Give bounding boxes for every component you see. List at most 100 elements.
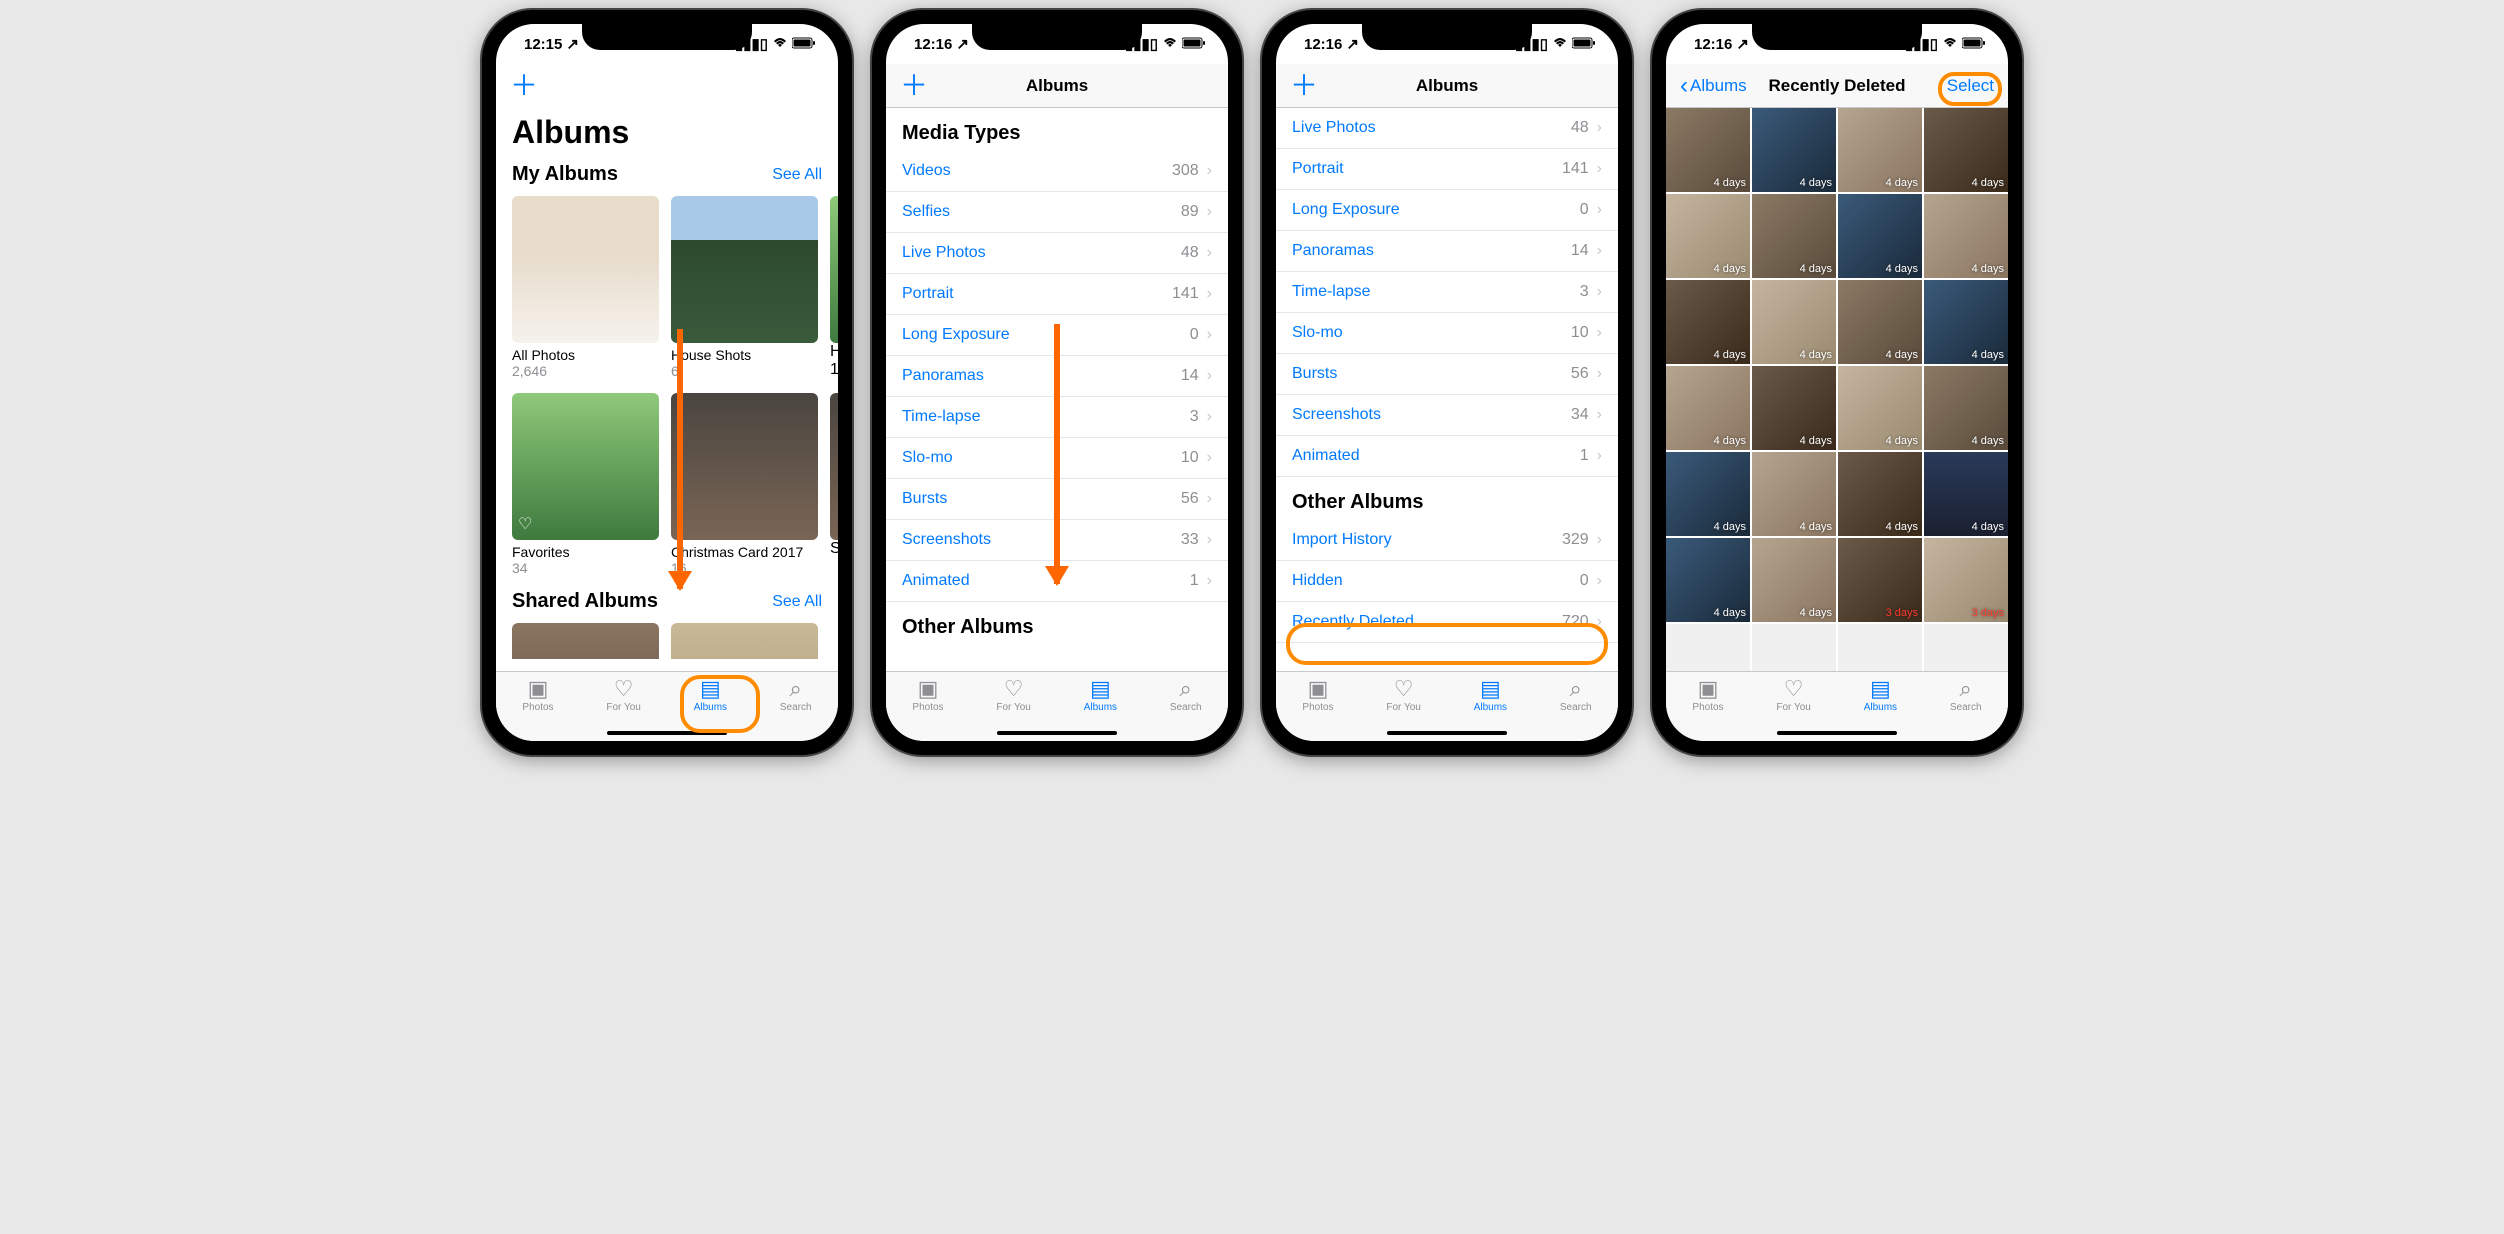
list-row[interactable]: Selfies89›	[886, 192, 1228, 233]
row-count: 34	[1571, 406, 1589, 424]
see-all-shared[interactable]: See All	[772, 593, 822, 611]
list-row[interactable]: Slo-mo10›	[1276, 313, 1618, 354]
photos-icon: ▣	[1698, 678, 1719, 700]
album-item[interactable]: All Photos 2,646	[512, 196, 659, 379]
photo-cell[interactable]: 4 days	[1838, 452, 1922, 536]
home-indicator[interactable]	[607, 731, 727, 735]
row-count: 720	[1562, 613, 1589, 631]
photo-cell[interactable]: 4 days	[1924, 194, 2008, 278]
row-label: Bursts	[1292, 365, 1337, 383]
photo-cell[interactable]: 3 days	[1838, 538, 1922, 622]
photo-cell[interactable]: 4 days	[1666, 538, 1750, 622]
album-item[interactable]	[671, 623, 818, 649]
photo-cell[interactable]: 4 days	[1666, 194, 1750, 278]
photo-cell[interactable]: 4 days	[1752, 452, 1836, 536]
home-indicator[interactable]	[1777, 731, 1897, 735]
list-row[interactable]: Hidden0›	[1276, 561, 1618, 602]
album-item[interactable]: Christmas Card 2017 16	[671, 393, 818, 576]
row-count: 14	[1181, 367, 1199, 385]
tab-foryou[interactable]: ♡For You	[606, 678, 640, 713]
album-name: Favorites	[512, 544, 659, 560]
home-indicator[interactable]	[1387, 731, 1507, 735]
tab-search[interactable]: ⌕Search	[1950, 678, 1982, 713]
photo-cell[interactable]: 3 days	[1924, 538, 2008, 622]
tab-foryou[interactable]: ♡For You	[1776, 678, 1810, 713]
my-albums-header: My Albums	[512, 163, 618, 186]
tab-search[interactable]: ⌕Search	[780, 678, 812, 713]
list-row[interactable]: Panoramas14›	[1276, 231, 1618, 272]
photo-cell[interactable]: 4 days	[1838, 280, 1922, 364]
days-remaining: 4 days	[1714, 521, 1746, 533]
row-label: Panoramas	[1292, 242, 1374, 260]
album-item[interactable]: ♡ Favorites 34	[512, 393, 659, 576]
chevron-right-icon: ›	[1597, 119, 1602, 137]
list-row[interactable]: Animated1›	[1276, 436, 1618, 477]
see-all-my-albums[interactable]: See All	[772, 166, 822, 184]
row-count: 141	[1562, 160, 1589, 178]
photo-cell[interactable]: 4 days	[1838, 366, 1922, 450]
add-button[interactable]: ＋	[510, 72, 538, 100]
days-remaining: 4 days	[1800, 435, 1832, 447]
photo-cell[interactable]: 4 days	[1666, 280, 1750, 364]
album-name: H	[830, 343, 838, 361]
list-row[interactable]: Time-lapse3›	[1276, 272, 1618, 313]
photo-cell[interactable]: 3 days	[1666, 624, 1750, 671]
list-row[interactable]: Long Exposure0›	[1276, 190, 1618, 231]
photo-cell[interactable]: 4 days	[1752, 538, 1836, 622]
list-row[interactable]: Recently Deleted720›	[1276, 602, 1618, 643]
tab-photos[interactable]: ▣Photos	[1302, 678, 1333, 713]
photo-cell[interactable]: 4 days	[1924, 452, 2008, 536]
album-name: House Shots	[671, 347, 818, 363]
row-label: Selfies	[902, 203, 950, 221]
chevron-right-icon: ›	[1597, 324, 1602, 342]
nav-bar: ＋ Albums	[1276, 64, 1618, 108]
row-label: Long Exposure	[1292, 201, 1400, 219]
list-row[interactable]: Screenshots34›	[1276, 395, 1618, 436]
tab-albums[interactable]: ▤Albums	[694, 678, 727, 713]
album-item[interactable]: House Shots 6	[671, 196, 818, 379]
photo-cell[interactable]: 4 days	[1666, 108, 1750, 192]
photo-cell[interactable]: 4 days	[1924, 280, 2008, 364]
photo-cell[interactable]: 4 days	[1752, 194, 1836, 278]
photo-cell[interactable]: 3 days	[1752, 624, 1836, 671]
list-row[interactable]: Live Photos48›	[886, 233, 1228, 274]
tab-albums[interactable]: ▤Albums	[1864, 678, 1897, 713]
photo-cell[interactable]: 3 days	[1924, 624, 2008, 671]
search-icon: ⌕	[1960, 678, 1972, 700]
tab-photos[interactable]: ▣Photos	[912, 678, 943, 713]
list-row[interactable]: Portrait141›	[1276, 149, 1618, 190]
list-row[interactable]: Live Photos48›	[1276, 108, 1618, 149]
photo-cell[interactable]: 4 days	[1752, 108, 1836, 192]
tab-photos[interactable]: ▣Photos	[522, 678, 553, 713]
photo-cell[interactable]: 4 days	[1838, 108, 1922, 192]
list-row[interactable]: Videos308›	[886, 151, 1228, 192]
photo-cell[interactable]: 4 days	[1666, 366, 1750, 450]
home-indicator[interactable]	[997, 731, 1117, 735]
album-name: All Photos	[512, 347, 659, 363]
tab-albums[interactable]: ▤Albums	[1474, 678, 1507, 713]
row-count: 141	[1172, 285, 1199, 303]
photo-cell[interactable]: 4 days	[1752, 366, 1836, 450]
album-count: 6	[671, 363, 818, 379]
tab-albums[interactable]: ▤Albums	[1084, 678, 1117, 713]
photo-cell[interactable]: 4 days	[1752, 280, 1836, 364]
photo-cell[interactable]: 4 days	[1838, 194, 1922, 278]
list-row[interactable]: Import History329›	[1276, 520, 1618, 561]
photo-cell[interactable]: 4 days	[1924, 366, 2008, 450]
list-row[interactable]: Bursts56›	[1276, 354, 1618, 395]
album-item[interactable]	[512, 623, 659, 649]
list-row[interactable]: Portrait141›	[886, 274, 1228, 315]
tab-search[interactable]: ⌕Search	[1170, 678, 1202, 713]
album-count: 1	[830, 361, 838, 379]
tab-search[interactable]: ⌕Search	[1560, 678, 1592, 713]
photo-cell[interactable]: 3 days	[1838, 624, 1922, 671]
chevron-right-icon: ›	[1207, 326, 1212, 344]
chevron-right-icon: ›	[1597, 572, 1602, 590]
tab-foryou[interactable]: ♡For You	[1386, 678, 1420, 713]
tab-foryou[interactable]: ♡For You	[996, 678, 1030, 713]
foryou-icon: ♡	[1394, 678, 1414, 700]
tab-photos[interactable]: ▣Photos	[1692, 678, 1723, 713]
photo-cell[interactable]: 4 days	[1666, 452, 1750, 536]
photo-cell[interactable]: 4 days	[1924, 108, 2008, 192]
select-button[interactable]: Select	[1947, 76, 1994, 96]
